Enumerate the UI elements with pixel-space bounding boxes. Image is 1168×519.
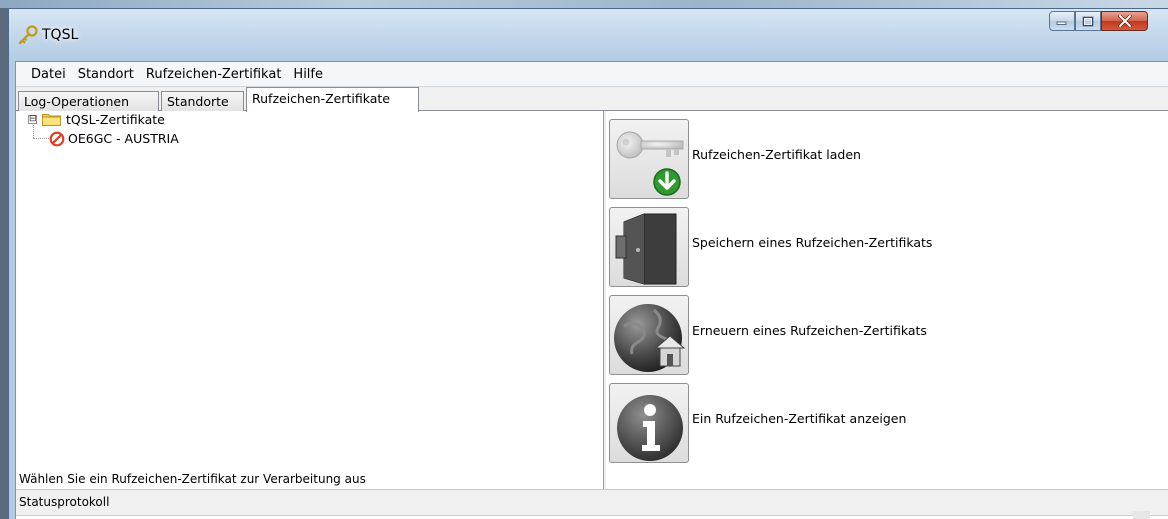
certificate-tree[interactable]: ⊟ tQSL-Zertifikate OE6GC - AUSTRIA Wähle… xyxy=(16,111,601,489)
menu-rufzeichen-zertifikat[interactable]: Rufzeichen-Zertifikat xyxy=(140,62,288,87)
maximize-button[interactable] xyxy=(1075,11,1101,31)
globe-house-icon xyxy=(614,304,686,372)
menu-standort[interactable]: Standort xyxy=(72,62,140,87)
client-area: Datei Standort Rufzeichen-Zertifikat Hil… xyxy=(15,61,1168,519)
collapse-icon[interactable]: ⊟ xyxy=(28,115,37,124)
tab-rufzeichen-zertifikate[interactable]: Rufzeichen-Zertifikate xyxy=(246,87,419,112)
action-save: Speichern eines Rufzeichen-Zertifikats xyxy=(609,205,1168,287)
status-log-label: Statusprotokoll xyxy=(19,495,110,509)
close-button[interactable] xyxy=(1101,11,1148,31)
renew-certificate-label: Erneuern eines Rufzeichen-Zertifikats xyxy=(692,323,927,338)
minimize-icon xyxy=(1056,21,1067,25)
menu-hilfe[interactable]: Hilfe xyxy=(287,62,329,87)
renew-certificate-button[interactable] xyxy=(609,295,689,375)
tree-connector xyxy=(33,125,34,138)
desktop-background xyxy=(0,0,1168,8)
door-icon xyxy=(615,213,677,285)
folder-icon xyxy=(42,114,61,126)
save-certificate-button[interactable] xyxy=(609,207,689,287)
minimize-button[interactable] xyxy=(1049,11,1075,31)
display-certificate-label: Ein Rufzeichen-Zertifikat anzeigen xyxy=(692,411,907,426)
tqsl-window: TQSL Datei Standort Rufzeichen-Zertifika… xyxy=(8,8,1168,519)
display-certificate-button[interactable] xyxy=(609,383,689,463)
close-icon xyxy=(1117,15,1132,27)
action-renew: Erneuern eines Rufzeichen-Zertifikats xyxy=(609,293,1168,375)
tree-item-certificate[interactable]: OE6GC - AUSTRIA xyxy=(68,131,179,146)
tree-connector xyxy=(33,138,49,139)
action-load: Rufzeichen-Zertifikat laden xyxy=(609,117,1168,199)
selection-hint: Wählen Sie ein Rufzeichen-Zertifikat zur… xyxy=(19,472,366,486)
save-certificate-label: Speichern eines Rufzeichen-Zertifikats xyxy=(692,235,933,250)
certificates-panel: ⊟ tQSL-Zertifikate OE6GC - AUSTRIA Wähle… xyxy=(16,111,1168,489)
window-title: TQSL xyxy=(42,27,79,43)
menu-datei[interactable]: Datei xyxy=(25,62,72,87)
tab-standorte[interactable]: Standorte xyxy=(161,91,244,111)
menu-bar: Datei Standort Rufzeichen-Zertifikat Hil… xyxy=(16,62,1168,87)
key-icon xyxy=(18,25,38,45)
tab-strip: Log-Operationen Standorte Rufzeichen-Zer… xyxy=(16,87,1168,112)
status-log[interactable] xyxy=(16,511,1168,519)
tree-root-label[interactable]: tQSL-Zertifikate xyxy=(66,112,165,127)
caption-buttons xyxy=(1049,11,1148,31)
tab-log-operationen[interactable]: Log-Operationen xyxy=(18,91,159,111)
load-certificate-label: Rufzeichen-Zertifikat laden xyxy=(692,147,861,162)
info-icon xyxy=(617,395,683,461)
status-log-scrollbar[interactable] xyxy=(1133,511,1150,519)
action-panel: Rufzeichen-Zertifikat laden Speichern ei… xyxy=(606,111,1168,489)
no-entry-icon xyxy=(49,131,65,147)
load-certificate-button[interactable] xyxy=(609,119,689,199)
title-bar[interactable]: TQSL xyxy=(9,9,1168,61)
key-download-icon xyxy=(616,131,684,196)
action-display: Ein Rufzeichen-Zertifikat anzeigen xyxy=(609,381,1168,463)
status-header: Statusprotokoll xyxy=(16,489,1168,515)
maximize-icon xyxy=(1082,16,1094,26)
